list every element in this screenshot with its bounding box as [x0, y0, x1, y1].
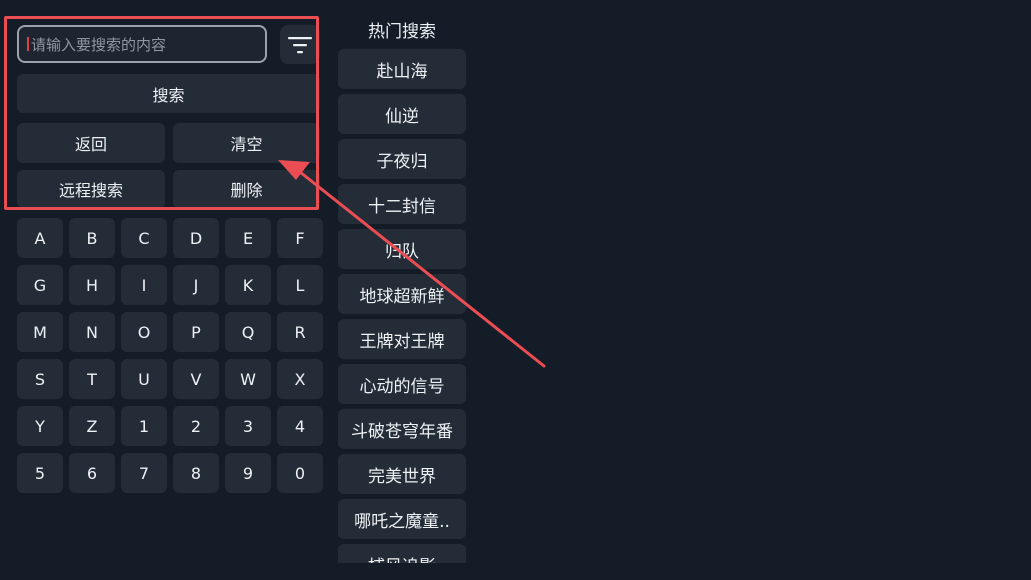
- key-c[interactable]: C: [121, 218, 167, 258]
- remote-search-button-label: 远程搜索: [58, 181, 123, 200]
- key-l[interactable]: L: [277, 265, 323, 305]
- delete-button-label: 删除: [230, 181, 263, 200]
- hot-search-list[interactable]: 赴山海 仙逆 子夜归 十二封信 归队 地球超新鲜 王牌对王牌 心动的信号 斗破苍…: [338, 49, 466, 563]
- hot-search-item[interactable]: 哪吒之魔童..: [338, 499, 466, 539]
- hot-search-item[interactable]: 十二封信: [338, 184, 466, 224]
- clear-button[interactable]: 清空: [173, 123, 320, 163]
- filter-icon: [288, 36, 312, 53]
- hot-search-item[interactable]: 地球超新鲜: [338, 274, 466, 314]
- key-4[interactable]: 4: [277, 406, 323, 446]
- hot-search-item[interactable]: 子夜归: [338, 139, 466, 179]
- key-o[interactable]: O: [121, 312, 167, 352]
- key-d[interactable]: D: [173, 218, 219, 258]
- hot-search-title: 热门搜索: [368, 21, 436, 42]
- key-s[interactable]: S: [17, 359, 63, 399]
- key-b[interactable]: B: [69, 218, 115, 258]
- hot-search-item[interactable]: 归队: [338, 229, 466, 269]
- back-button-label: 返回: [74, 135, 107, 154]
- key-0[interactable]: 0: [277, 453, 323, 493]
- key-3[interactable]: 3: [225, 406, 271, 446]
- key-h[interactable]: H: [69, 265, 115, 305]
- key-q[interactable]: Q: [225, 312, 271, 352]
- key-k[interactable]: K: [225, 265, 271, 305]
- hot-search-item[interactable]: 王牌对王牌: [338, 319, 466, 359]
- hot-search-item[interactable]: 心动的信号: [338, 364, 466, 404]
- key-5[interactable]: 5: [17, 453, 63, 493]
- key-i[interactable]: I: [121, 265, 167, 305]
- back-button[interactable]: 返回: [17, 123, 165, 163]
- key-9[interactable]: 9: [225, 453, 271, 493]
- key-f[interactable]: F: [277, 218, 323, 258]
- key-m[interactable]: M: [17, 312, 63, 352]
- key-a[interactable]: A: [17, 218, 63, 258]
- clear-button-label: 清空: [230, 135, 263, 154]
- hot-search-item[interactable]: 捕风追影: [338, 544, 466, 563]
- search-input[interactable]: 请输入要搜索的内容: [17, 25, 267, 63]
- key-n[interactable]: N: [69, 312, 115, 352]
- key-7[interactable]: 7: [121, 453, 167, 493]
- key-j[interactable]: J: [173, 265, 219, 305]
- key-w[interactable]: W: [225, 359, 271, 399]
- hot-search-item[interactable]: 完美世界: [338, 454, 466, 494]
- key-v[interactable]: V: [173, 359, 219, 399]
- key-p[interactable]: P: [173, 312, 219, 352]
- key-r[interactable]: R: [277, 312, 323, 352]
- text-caret: [27, 37, 29, 51]
- key-1[interactable]: 1: [121, 406, 167, 446]
- key-u[interactable]: U: [121, 359, 167, 399]
- hot-search-item[interactable]: 赴山海: [338, 49, 466, 89]
- key-z[interactable]: Z: [69, 406, 115, 446]
- key-t[interactable]: T: [69, 359, 115, 399]
- key-g[interactable]: G: [17, 265, 63, 305]
- search-placeholder: 请输入要搜索的内容: [31, 35, 167, 54]
- hot-search-item[interactable]: 斗破苍穹年番: [338, 409, 466, 449]
- key-6[interactable]: 6: [69, 453, 115, 493]
- key-y[interactable]: Y: [17, 406, 63, 446]
- delete-button[interactable]: 删除: [173, 170, 320, 208]
- search-button-label: 搜索: [152, 85, 185, 105]
- search-button[interactable]: 搜索: [17, 74, 320, 113]
- key-e[interactable]: E: [225, 218, 271, 258]
- hot-search-item[interactable]: 仙逆: [338, 94, 466, 134]
- filter-button[interactable]: [280, 25, 320, 64]
- key-8[interactable]: 8: [173, 453, 219, 493]
- key-x[interactable]: X: [277, 359, 323, 399]
- remote-search-button[interactable]: 远程搜索: [17, 170, 165, 208]
- key-2[interactable]: 2: [173, 406, 219, 446]
- search-screen: 请输入要搜索的内容 搜索 返回 清空 远程搜索 删除 A B C D E F G…: [0, 0, 1031, 580]
